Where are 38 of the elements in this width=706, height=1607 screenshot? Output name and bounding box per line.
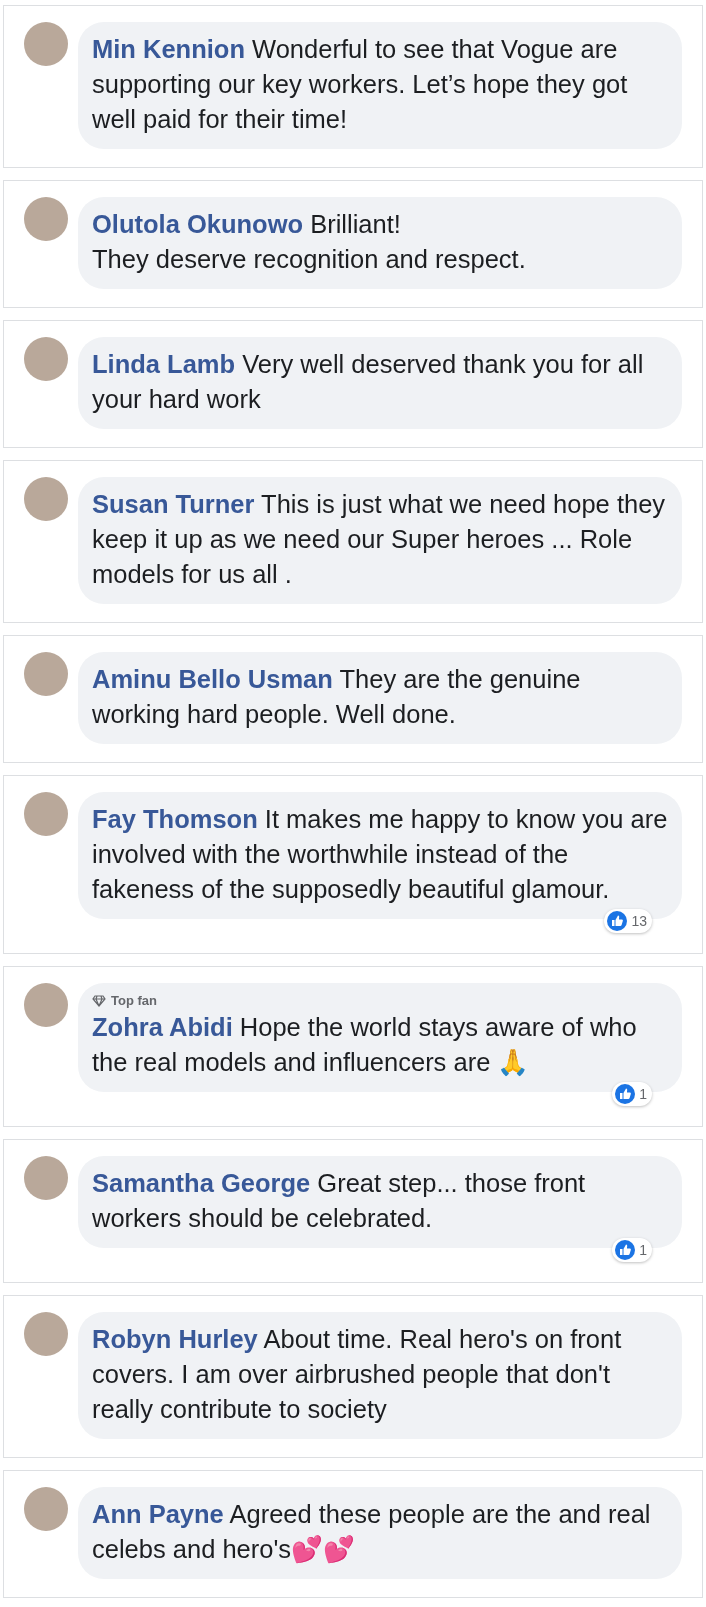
comment-text: Robyn Hurley About time. Real hero's on front covers. I am over airbrushed people that don't really contribute to society [92, 1325, 622, 1423]
comment-text: Fay Thomson It makes me happy to know you are involved with the worthwhile instead of the fakeness of the supposedly beautiful glamour. [92, 805, 668, 903]
avatar [24, 477, 68, 521]
comment-text: Susan Turner This is just what we need hope they keep it up as we need our Super heroes ... Role models for us all . [92, 490, 666, 588]
diamond-icon [92, 994, 106, 1007]
author-name[interactable]: Linda Lamb [92, 350, 236, 378]
avatar [24, 1312, 68, 1356]
like-icon [615, 1240, 636, 1260]
avatar [24, 337, 68, 381]
author-name[interactable]: Olutola Okunowo [92, 210, 304, 238]
author-name[interactable]: Robyn Hurley [92, 1325, 258, 1353]
comment-text: Zohra Abidi Hope the world stays aware of who the real models and influencers are 🙏 [92, 1013, 637, 1076]
reaction-count[interactable]: 13 [604, 909, 652, 933]
avatar [24, 1487, 68, 1531]
author-name[interactable]: Ann Payne [92, 1500, 224, 1528]
comment-text: Ann Payne Agreed these people are the and real celebs and hero's💕💕 [92, 1500, 651, 1563]
author-name[interactable]: Samantha George [92, 1169, 311, 1197]
author-name[interactable]: Susan Turner [92, 490, 255, 518]
like-icon [607, 911, 628, 931]
reaction-count[interactable]: 1 [612, 1082, 652, 1106]
author-name[interactable]: Min Kennion [92, 35, 245, 63]
avatar [24, 1156, 68, 1200]
like-icon [615, 1084, 636, 1104]
comment-text: Samantha George Great step... those front workers should be celebrated. [92, 1169, 586, 1232]
top-fan-label: Top fan [111, 993, 157, 1008]
comment-text: Olutola Okunowo Brilliant! They deserve recognition and respect. [92, 210, 526, 273]
comment-text: Linda Lamb Very well deserved thank you for all your hard work [92, 350, 644, 413]
author-name[interactable]: Fay Thomson [92, 805, 258, 833]
avatar [24, 197, 68, 241]
comment-text: Aminu Bello Usman They are the genuine working hard people. Well done. [92, 665, 581, 728]
author-name[interactable]: Aminu Bello Usman [92, 665, 333, 693]
author-name[interactable]: Zohra Abidi [92, 1013, 233, 1041]
comment-text: Min Kennion Wonderful to see that Vogue are supporting our key workers. Let’s hope they got well paid for their time! [92, 35, 628, 133]
avatar [24, 22, 68, 66]
avatar [24, 983, 68, 1027]
avatar [24, 652, 68, 696]
reaction-count[interactable]: 1 [612, 1238, 652, 1262]
avatar [24, 792, 68, 836]
